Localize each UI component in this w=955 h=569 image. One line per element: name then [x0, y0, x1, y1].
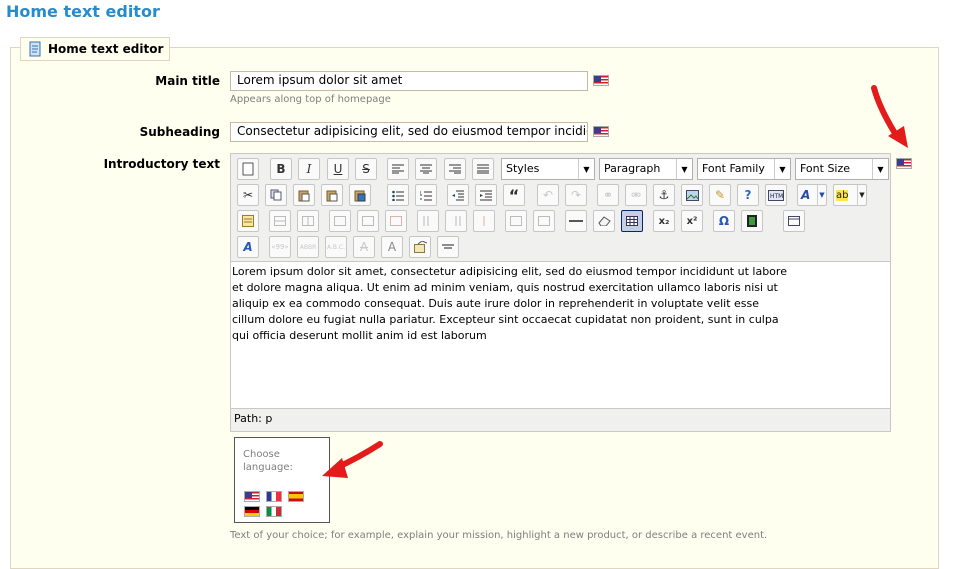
font-size-select[interactable]: Font Size ▼	[795, 158, 889, 180]
insert-row-after-icon[interactable]	[357, 210, 379, 232]
anchor-icon[interactable]: ⚓	[653, 184, 675, 206]
styles-select-label: Styles	[506, 162, 540, 175]
subheading-input[interactable]: Consectetur adipisicing elit, sed do eiu…	[230, 122, 588, 142]
main-title-label: Main title	[155, 74, 220, 88]
insert-row-before-icon[interactable]	[329, 210, 351, 232]
subscript-button[interactable]: x₂	[653, 210, 675, 232]
cell-properties-icon[interactable]	[297, 210, 319, 232]
editor-path: Path: p	[234, 412, 273, 425]
chevron-down-icon: ▼	[578, 159, 594, 179]
chevron-down-icon: ▼	[872, 159, 888, 179]
nonbreaking-icon[interactable]	[437, 236, 459, 258]
red-arrow-icon	[871, 85, 908, 148]
align-right-icon[interactable]	[444, 158, 466, 180]
styleprops-icon[interactable]: A	[237, 236, 259, 258]
it-flag-icon[interactable]	[266, 506, 282, 517]
insert-image-icon[interactable]	[681, 184, 703, 206]
editor-content[interactable]: Lorem ipsum dolor sit amet, consectetur …	[231, 261, 890, 409]
html-source-icon[interactable]: HTML	[765, 184, 787, 206]
blockquote-button[interactable]: “	[503, 184, 525, 206]
media-icon[interactable]	[741, 210, 763, 232]
paste-icon[interactable]	[293, 184, 315, 206]
strikethrough-button[interactable]: S	[355, 158, 377, 180]
editor-paragraph: Lorem ipsum dolor sit amet, consectetur …	[232, 265, 787, 342]
page-title: Home text editor	[6, 2, 160, 21]
intro-hint: Text of your choice; for example, explai…	[230, 530, 768, 541]
align-justify-icon[interactable]	[472, 158, 494, 180]
delete-row-icon[interactable]	[385, 210, 407, 232]
abbr-icon[interactable]: ABBR	[297, 236, 319, 258]
language-chooser-title: Choose language:	[243, 449, 293, 473]
horizontal-rule-icon[interactable]	[565, 210, 587, 232]
redo-icon[interactable]: ↷	[565, 184, 587, 206]
del-icon[interactable]: A	[353, 236, 375, 258]
insert-date-icon[interactable]	[237, 210, 259, 232]
underline-button[interactable]: U	[327, 158, 349, 180]
acronym-icon[interactable]: A.B.C.	[325, 236, 347, 258]
bullet-list-icon[interactable]	[387, 184, 409, 206]
document-icon	[28, 41, 42, 57]
delete-col-icon[interactable]	[473, 210, 495, 232]
new-document-icon[interactable]	[237, 158, 259, 180]
text-color-icon[interactable]: A ▼	[797, 184, 827, 206]
us-flag-icon[interactable]	[593, 126, 609, 137]
outdent-icon[interactable]	[447, 184, 469, 206]
rich-text-editor: B I U S Styles ▼ Paragraph ▼ Font Family ▼ …	[230, 153, 891, 432]
intro-label: Introductory text	[103, 157, 220, 171]
cleanup-icon[interactable]: ✎	[709, 184, 731, 206]
insert-col-after-icon[interactable]	[445, 210, 467, 232]
cut-icon[interactable]: ✂	[237, 184, 259, 206]
paragraph-select[interactable]: Paragraph ▼	[599, 158, 693, 180]
align-center-icon[interactable]	[415, 158, 437, 180]
split-cells-icon[interactable]	[505, 210, 527, 232]
chevron-down-icon: ▼	[857, 185, 866, 205]
table-icon[interactable]	[621, 210, 643, 232]
svg-text:HTML: HTML	[770, 193, 784, 200]
styles-select[interactable]: Styles ▼	[501, 158, 595, 180]
paste-word-icon[interactable]	[349, 184, 371, 206]
chevron-down-icon: ▼	[676, 159, 692, 179]
align-left-icon[interactable]	[387, 158, 409, 180]
merge-cells-icon[interactable]	[533, 210, 555, 232]
language-chooser: Choose language:	[234, 437, 330, 523]
link-icon[interactable]: ⚭	[597, 184, 619, 206]
numbered-list-icon[interactable]	[415, 184, 437, 206]
fr-flag-icon[interactable]	[266, 491, 282, 502]
font-family-select-label: Font Family	[702, 162, 765, 175]
copy-icon[interactable]	[265, 184, 287, 206]
de-flag-icon[interactable]	[244, 506, 260, 517]
main-title-input[interactable]: Lorem ipsum dolor sit amet	[230, 71, 588, 91]
us-flag-icon[interactable]	[244, 491, 260, 502]
cite-icon[interactable]: «99»	[269, 236, 291, 258]
row-properties-icon[interactable]	[269, 210, 291, 232]
ins-icon[interactable]: A	[381, 236, 403, 258]
us-flag-icon[interactable]	[593, 75, 609, 86]
italic-button[interactable]: I	[298, 158, 320, 180]
eraser-icon[interactable]	[593, 210, 615, 232]
attributes-icon[interactable]	[409, 236, 431, 258]
legend-label: Home text editor	[48, 42, 164, 56]
font-family-select[interactable]: Font Family ▼	[697, 158, 791, 180]
help-icon[interactable]: ?	[737, 184, 759, 206]
fieldset-legend: Home text editor	[20, 37, 171, 61]
undo-icon[interactable]: ↶	[537, 184, 559, 206]
bold-button[interactable]: B	[270, 158, 292, 180]
font-size-select-label: Font Size	[800, 162, 851, 175]
special-char-button[interactable]: Ω	[713, 210, 735, 232]
subheading-label: Subheading	[139, 125, 220, 139]
unlink-icon[interactable]: ⚮	[625, 184, 647, 206]
indent-icon[interactable]	[475, 184, 497, 206]
chevron-down-icon: ▼	[774, 159, 790, 179]
fullscreen-icon[interactable]	[783, 210, 805, 232]
insert-col-before-icon[interactable]	[417, 210, 439, 232]
chevron-down-icon: ▼	[817, 185, 826, 205]
superscript-button[interactable]: x²	[681, 210, 703, 232]
main-title-hint: Appears along top of homepage	[230, 94, 391, 105]
paste-text-icon[interactable]	[321, 184, 343, 206]
highlight-color-icon[interactable]: ab ▼	[833, 184, 867, 206]
red-arrow-icon	[322, 441, 383, 478]
es-flag-icon[interactable]	[288, 491, 304, 502]
paragraph-select-label: Paragraph	[604, 162, 661, 175]
